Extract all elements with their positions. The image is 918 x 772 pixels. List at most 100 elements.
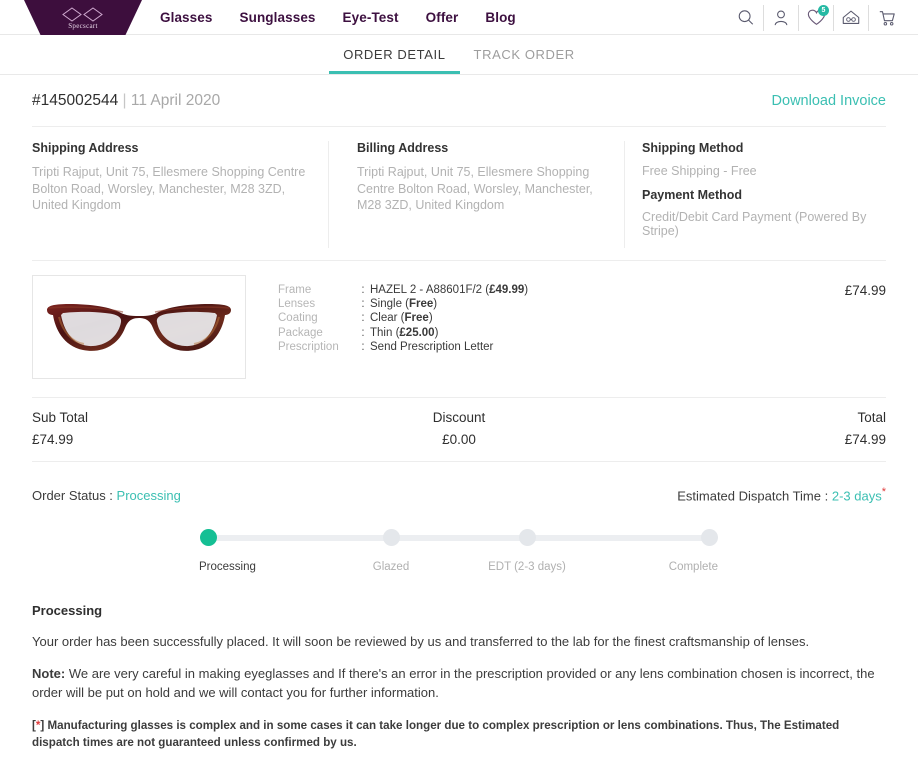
order-header-row: #145002544 | 11 April 2020 Download Invo… bbox=[32, 75, 886, 126]
spec-colon-2: : bbox=[361, 298, 365, 311]
progress-label-complete: Complete bbox=[668, 561, 718, 574]
product-spec-list: Frame Lenses Coating Package Prescriptio… bbox=[278, 275, 528, 354]
logo-diamonds-icon bbox=[62, 6, 103, 22]
edt-label: Estimated Dispatch Time : bbox=[677, 488, 829, 504]
account-button[interactable] bbox=[764, 4, 799, 31]
shipping-address-block: Shipping Address Tripti Rajput, Unit 75,… bbox=[32, 141, 328, 248]
estimated-dispatch-time: Estimated Dispatch Time : 2-3 days* bbox=[677, 486, 886, 503]
order-date: 11 April 2020 bbox=[130, 92, 221, 109]
subtotal-label: Sub Total bbox=[32, 410, 89, 425]
notes-note-label: Note: bbox=[32, 666, 66, 682]
notes-note: Note: We are very careful in making eyeg… bbox=[32, 664, 886, 702]
progress-step-complete[interactable]: Complete bbox=[608, 529, 718, 573]
spec-colon-5: : bbox=[361, 340, 365, 353]
billing-address-block: Billing Address Tripti Rajput, Unit 75, … bbox=[328, 141, 624, 248]
search-button[interactable] bbox=[729, 4, 764, 31]
order-status-label: Order Status : bbox=[32, 488, 113, 504]
totals-row: Sub Total £74.99 Discount £0.00 Total £7… bbox=[32, 398, 886, 461]
progress-step-edt[interactable]: EDT (2-3 days) bbox=[472, 529, 582, 573]
progress-dot-active bbox=[200, 529, 217, 547]
spec-label-column: Frame Lenses Coating Package Prescriptio… bbox=[278, 283, 356, 354]
discount-value: £0.00 bbox=[442, 432, 476, 447]
product-image-box[interactable] bbox=[32, 275, 246, 379]
header-icon-group: 5 bbox=[729, 0, 904, 35]
spec-colon-1: : bbox=[361, 284, 365, 296]
order-status-value: Processing bbox=[116, 488, 181, 504]
order-identifier: #145002544 | 11 April 2020 bbox=[32, 92, 220, 110]
spec-label-package: Package bbox=[278, 326, 323, 339]
progress-step-processing[interactable]: Processing bbox=[199, 529, 310, 574]
order-item-row: Frame Lenses Coating Package Prescriptio… bbox=[32, 261, 886, 397]
nav-item-glasses[interactable]: Glasses bbox=[160, 10, 213, 25]
nav-item-sunglasses[interactable]: Sunglasses bbox=[240, 10, 316, 25]
total-block: Total £74.99 bbox=[604, 410, 886, 447]
order-status: Order Status : Processing bbox=[32, 488, 181, 503]
product-price: £74.99 bbox=[844, 283, 886, 298]
home-glasses-icon bbox=[842, 10, 860, 24]
billing-address-title: Billing Address bbox=[357, 141, 449, 155]
download-invoice-link[interactable]: Download Invoice bbox=[772, 93, 886, 109]
order-notes-section: Processing Your order has been successfu… bbox=[32, 585, 886, 751]
edt-value: 2-3 days bbox=[831, 488, 882, 504]
logo-wordmark: Specscart bbox=[68, 21, 98, 30]
progress-dot bbox=[701, 529, 718, 547]
shipping-method-value: Free Shipping - Free bbox=[642, 164, 757, 178]
cart-button[interactable] bbox=[869, 5, 904, 31]
notes-note-text: We are very careful in making eyeglasses… bbox=[32, 666, 875, 701]
order-number: #145002544 bbox=[32, 92, 119, 109]
home-try-on-button[interactable] bbox=[834, 4, 869, 31]
subtotal-value: £74.99 bbox=[32, 432, 74, 447]
total-value: £74.99 bbox=[844, 432, 886, 447]
spec-value-column: HAZEL 2 - A88601F/2 (£49.99) Single (Fre… bbox=[370, 283, 528, 354]
progress-label-processing: Processing bbox=[199, 561, 256, 574]
discount-block: Discount £0.00 bbox=[314, 410, 604, 447]
progress-dot bbox=[518, 529, 536, 547]
progress-dot bbox=[382, 529, 400, 547]
wishlist-button[interactable]: 5 bbox=[799, 4, 834, 31]
total-label: Total bbox=[857, 410, 886, 425]
spec-value-frame: HAZEL 2 - A88601F/2 (£49.99) bbox=[370, 284, 529, 296]
tab-order-detail[interactable]: ORDER DETAIL bbox=[329, 47, 460, 74]
page-content: #145002544 | 11 April 2020 Download Invo… bbox=[0, 75, 918, 751]
tab-track-order[interactable]: TRACK ORDER bbox=[460, 47, 589, 74]
progress-steps: Processing Glazed EDT (2-3 days) Complet… bbox=[199, 529, 718, 574]
notes-heading: Processing bbox=[32, 603, 103, 619]
spec-colon-column: : : : : : bbox=[356, 283, 370, 354]
main-nav: Glasses Sunglasses Eye-Test Offer Blog bbox=[160, 0, 516, 35]
spec-value-coating: Clear (Free) bbox=[370, 312, 433, 325]
notes-paragraph: Your order has been successfully placed.… bbox=[32, 634, 810, 650]
spec-value-package: Thin (£25.00) bbox=[370, 326, 439, 339]
order-separator: | bbox=[122, 92, 127, 109]
site-logo[interactable]: Specscart bbox=[24, 0, 142, 35]
progress-label-edt: EDT (2-3 days) bbox=[488, 561, 566, 574]
spec-label-coating: Coating bbox=[278, 312, 318, 325]
site-header: Specscart Glasses Sunglasses Eye-Test Of… bbox=[0, 0, 918, 35]
nav-item-blog[interactable]: Blog bbox=[485, 10, 515, 25]
method-block: Shipping Method Free Shipping - Free Pay… bbox=[624, 141, 886, 248]
nav-item-eye-test[interactable]: Eye-Test bbox=[343, 10, 399, 25]
edt-asterisk: * bbox=[881, 486, 886, 498]
spec-label-prescription: Prescription bbox=[278, 340, 339, 353]
cart-icon bbox=[879, 10, 895, 26]
nav-item-offer[interactable]: Offer bbox=[426, 10, 459, 25]
spec-value-prescription: Send Prescription Letter bbox=[370, 340, 494, 353]
order-progress-tracker: Processing Glazed EDT (2-3 days) Complet… bbox=[199, 529, 718, 585]
spec-colon-4: : bbox=[361, 326, 365, 339]
status-row: Order Status : Processing Estimated Disp… bbox=[32, 462, 886, 503]
spec-colon-3: : bbox=[361, 312, 365, 325]
spec-value-lenses: Single (Free) bbox=[370, 298, 438, 311]
shipping-method-title: Shipping Method bbox=[642, 141, 744, 155]
order-tabs: ORDER DETAIL TRACK ORDER bbox=[0, 35, 918, 75]
eyeglasses-product-image bbox=[47, 304, 231, 351]
search-icon bbox=[738, 9, 754, 25]
wishlist-count-badge: 5 bbox=[818, 4, 829, 16]
payment-method-title: Payment Method bbox=[642, 188, 743, 202]
billing-address-body: Tripti Rajput, Unit 75, Ellesmere Shoppi… bbox=[357, 165, 593, 212]
progress-label-glazed: Glazed bbox=[372, 561, 410, 574]
subtotal-block: Sub Total £74.99 bbox=[32, 410, 314, 447]
user-icon bbox=[774, 10, 788, 25]
progress-step-glazed[interactable]: Glazed bbox=[336, 529, 446, 573]
spec-label-frame: Frame bbox=[278, 284, 312, 296]
payment-method-value: Credit/Debit Card Payment (Powered By St… bbox=[642, 210, 867, 238]
discount-label: Discount bbox=[432, 410, 486, 425]
